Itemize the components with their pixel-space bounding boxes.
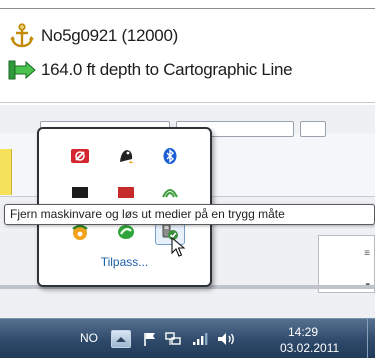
show-hidden-icons-icon[interactable] bbox=[111, 330, 131, 348]
clock-time[interactable]: 14:29 bbox=[288, 325, 318, 339]
red-shield-icon[interactable] bbox=[67, 145, 93, 167]
clock-date[interactable]: 03.02.2011 bbox=[280, 341, 339, 355]
language-indicator[interactable]: NO bbox=[80, 331, 98, 345]
bluetooth-icon[interactable] bbox=[157, 145, 183, 167]
chart-info-panel: No5g0921 (12000) 164.0 ft depth to Carto… bbox=[0, 0, 375, 105]
green-signal-icon[interactable] bbox=[157, 181, 183, 203]
depth-info-row[interactable]: 164.0 ft depth to Cartographic Line bbox=[7, 56, 293, 84]
customize-link[interactable]: Tilpass... bbox=[39, 255, 210, 269]
penguin-icon[interactable] bbox=[113, 145, 139, 167]
red-device-icon[interactable] bbox=[113, 181, 139, 203]
panel-top-divider bbox=[0, 8, 375, 9]
anchor-icon bbox=[7, 23, 37, 49]
show-desktop-button[interactable] bbox=[367, 319, 375, 358]
depth-arrow-icon bbox=[7, 57, 37, 83]
signal-bars-icon[interactable] bbox=[190, 330, 210, 348]
volume-icon[interactable] bbox=[216, 330, 236, 348]
object-label: No5g0921 (12000) bbox=[41, 26, 178, 45]
scroll-up-icon: ≡ bbox=[364, 248, 370, 259]
panel-bottom-divider bbox=[0, 102, 375, 103]
network-icon[interactable] bbox=[163, 330, 183, 348]
background-button bbox=[300, 121, 326, 137]
taskbar: NO 14:29 03.02.2011 bbox=[0, 318, 375, 358]
depth-label: 164.0 ft depth to Cartographic Line bbox=[41, 60, 293, 79]
safely-remove-tooltip: Fjern maskinvare og løs ut medier på en … bbox=[4, 204, 375, 225]
flag-icon[interactable] bbox=[140, 330, 160, 348]
background-yellow-tab bbox=[0, 149, 12, 195]
object-info-row[interactable]: No5g0921 (12000) bbox=[7, 22, 178, 50]
black-device-icon[interactable] bbox=[67, 181, 93, 203]
